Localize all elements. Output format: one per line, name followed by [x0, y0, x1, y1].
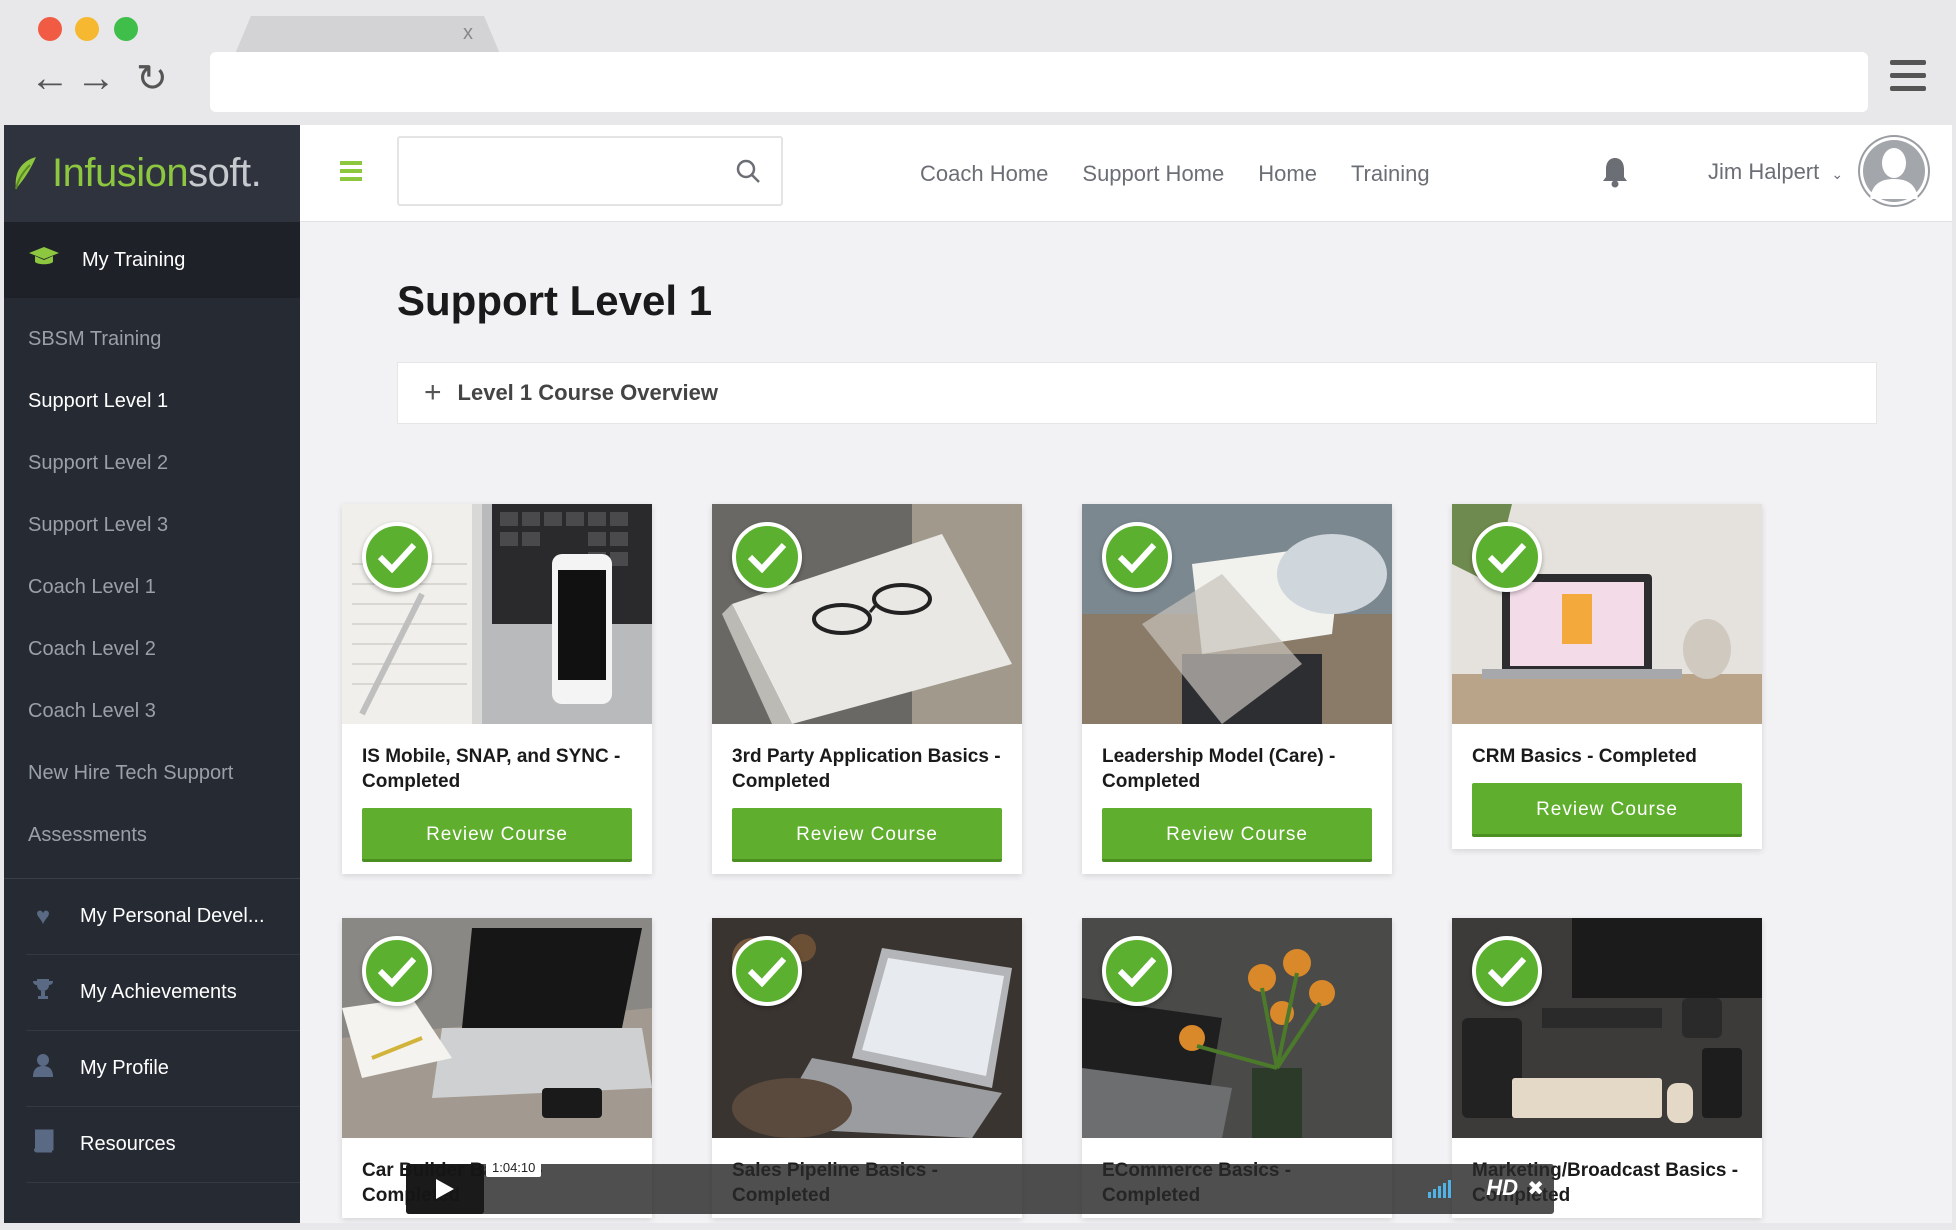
tab-close-icon[interactable]: x: [463, 22, 473, 45]
review-course-button[interactable]: Review Course: [1472, 783, 1742, 837]
sidebar-item-new-hire-tech-support[interactable]: New Hire Tech Support: [4, 742, 300, 804]
completed-check-icon: [362, 936, 432, 1006]
logo-text: Infusionsoft.: [52, 151, 262, 195]
course-thumbnail: [1452, 504, 1762, 724]
nav-coach-home[interactable]: Coach Home: [920, 161, 1048, 187]
user-avatar-icon: [1860, 137, 1928, 205]
sidebar-item-personal-development[interactable]: ♥ My Personal Devel...: [26, 879, 300, 955]
sidebar-item-my-training[interactable]: My Training: [4, 222, 300, 298]
user-icon: [26, 1053, 60, 1084]
course-title: 3rd Party Application Basics - Completed: [732, 746, 1001, 792]
sidebar-item-coach-level-3[interactable]: Coach Level 3: [4, 680, 300, 742]
user-name: Jim Halpert: [1708, 159, 1820, 184]
video-timecode: 1:04:10: [486, 1158, 542, 1177]
completed-check-icon: [1102, 936, 1172, 1006]
sidebar-item-label: My Achievements: [80, 981, 237, 1003]
trophy-icon: [26, 977, 60, 1008]
completed-check-icon: [732, 936, 802, 1006]
course-card[interactable]: IS Mobile, SNAP, and SYNC - Completed Re…: [342, 504, 652, 874]
plus-icon: +: [424, 376, 442, 409]
play-button[interactable]: [406, 1164, 484, 1214]
course-title: IS Mobile, SNAP, and SYNC - Completed: [362, 746, 621, 792]
fullscreen-icon[interactable]: ✖: [1527, 1176, 1544, 1201]
page-title: Support Level 1: [397, 277, 713, 324]
sidebar-item-achievements[interactable]: My Achievements: [26, 955, 300, 1031]
sidebar-item-profile[interactable]: My Profile: [26, 1031, 300, 1107]
chevron-down-icon: ⌄: [1831, 166, 1844, 182]
completed-check-icon: [1472, 522, 1542, 592]
nav-home[interactable]: Home: [1258, 161, 1317, 187]
course-thumbnail: [342, 918, 652, 1138]
course-overview-toggle[interactable]: + Level 1 Course Overview: [397, 362, 1877, 424]
course-card[interactable]: Leadership Model (Care) - Completed Revi…: [1082, 504, 1392, 874]
back-icon[interactable]: ←: [30, 58, 70, 98]
sidebar-item-label: My Profile: [80, 1057, 169, 1079]
review-course-button[interactable]: Review Course: [1102, 808, 1372, 862]
review-course-button[interactable]: Review Course: [362, 808, 632, 862]
book-icon: [26, 1129, 60, 1160]
heart-icon: ♥: [35, 902, 51, 930]
browser-chrome: x ← → ↻: [0, 0, 1956, 125]
close-window-icon[interactable]: [38, 17, 62, 41]
sidebar-main-section: ♥ My Personal Devel... My Achievements M…: [4, 878, 300, 1183]
sidebar: Infusionsoft. My Training SBSM Training …: [4, 125, 300, 1223]
nav-support-home[interactable]: Support Home: [1082, 161, 1224, 187]
completed-check-icon: [732, 522, 802, 592]
sidebar-item-assessments[interactable]: Assessments: [4, 804, 300, 866]
hd-quality-toggle[interactable]: HD: [1486, 1175, 1518, 1201]
browser-tab[interactable]: [235, 16, 500, 54]
review-course-button[interactable]: Review Course: [732, 808, 1002, 862]
search-icon[interactable]: [735, 158, 761, 184]
course-thumbnail: [1452, 918, 1762, 1138]
completed-check-icon: [1472, 936, 1542, 1006]
reload-icon[interactable]: ↻: [136, 60, 168, 98]
completed-check-icon: [1102, 522, 1172, 592]
course-thumbnail: [712, 918, 1022, 1138]
address-bar[interactable]: [210, 52, 1868, 112]
sidebar-item-support-level-1[interactable]: Support Level 1: [4, 370, 300, 432]
training-submenu: SBSM Training Support Level 1 Support Le…: [4, 298, 300, 866]
browser-menu-icon[interactable]: [1890, 60, 1926, 98]
course-thumbnail: [1082, 504, 1392, 724]
app: Infusionsoft. My Training SBSM Training …: [4, 125, 1952, 1223]
graduation-cap-icon: [28, 246, 62, 274]
play-icon: [436, 1179, 454, 1199]
sidebar-item-resources[interactable]: Resources: [26, 1107, 300, 1183]
top-bar: Coach Home Support Home Home Training Ji…: [300, 125, 1952, 222]
sidebar-item-label: Resources: [80, 1133, 176, 1155]
course-title: CRM Basics - Completed: [1472, 746, 1697, 767]
leaf-logo-icon: [15, 156, 36, 189]
menu-toggle-icon[interactable]: [340, 161, 362, 183]
course-thumbnail: [342, 504, 652, 724]
completed-check-icon: [362, 522, 432, 592]
course-card[interactable]: 3rd Party Application Basics - Completed…: [712, 504, 1022, 874]
top-nav: Coach Home Support Home Home Training: [920, 125, 1464, 222]
maximize-window-icon[interactable]: [114, 17, 138, 41]
volume-icon[interactable]: [1428, 1178, 1456, 1198]
user-menu[interactable]: Jim Halpert ⌄: [1708, 159, 1843, 185]
minimize-window-icon[interactable]: [75, 17, 99, 41]
bell-icon[interactable]: [1600, 155, 1630, 189]
search-input[interactable]: [397, 136, 783, 206]
video-control-bar: 1:04:10 HD ✖: [406, 1158, 1554, 1214]
forward-icon[interactable]: →: [76, 58, 116, 98]
course-title: Leadership Model (Care) - Completed: [1102, 746, 1336, 792]
logo[interactable]: Infusionsoft.: [4, 125, 300, 222]
avatar[interactable]: [1858, 135, 1930, 207]
sidebar-item-coach-level-2[interactable]: Coach Level 2: [4, 618, 300, 680]
nav-training[interactable]: Training: [1351, 161, 1430, 187]
sidebar-item-sbsm-training[interactable]: SBSM Training: [4, 308, 300, 370]
sidebar-item-label: My Training: [82, 248, 186, 271]
course-thumbnail: [712, 504, 1022, 724]
overview-label: Level 1 Course Overview: [457, 380, 718, 405]
sidebar-item-support-level-3[interactable]: Support Level 3: [4, 494, 300, 556]
sidebar-item-coach-level-1[interactable]: Coach Level 1: [4, 556, 300, 618]
course-card[interactable]: CRM Basics - Completed Review Course: [1452, 504, 1762, 849]
course-thumbnail: [1082, 918, 1392, 1138]
sidebar-item-label: My Personal Devel...: [80, 905, 265, 927]
sidebar-item-support-level-2[interactable]: Support Level 2: [4, 432, 300, 494]
